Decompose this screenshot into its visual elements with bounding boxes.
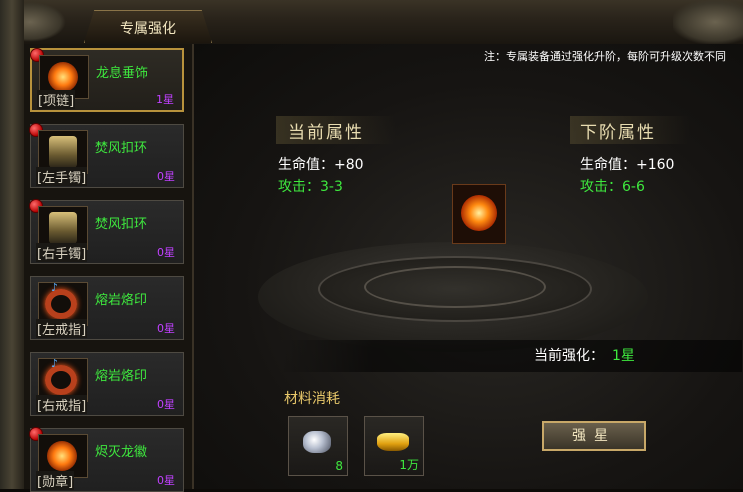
material-count: 8 xyxy=(335,459,343,473)
slot-label: [右戒指] xyxy=(36,395,88,414)
slot-label: [右手镯] xyxy=(36,243,88,262)
current-enhance: 当前强化： 1星 xyxy=(534,345,635,365)
star-level: 0星 xyxy=(157,246,175,259)
enhance-star-button[interactable]: 强星 xyxy=(542,421,646,451)
window-title: 专属强化 xyxy=(120,21,176,37)
item-name: 熔岩烙印 xyxy=(95,293,148,308)
gold-ingot-icon xyxy=(377,433,409,451)
star-level: 0星 xyxy=(157,474,175,487)
material-count: 1万 xyxy=(399,458,419,472)
material-slot-gold[interactable]: 1万 xyxy=(364,416,424,476)
item-name: 焚风扣环 xyxy=(95,141,148,156)
gem-icon xyxy=(303,431,331,453)
equipment-list: 龙息垂饰 [项链] 1星 焚风扣环 [左手镯] 0星 焚风扣环 [右手镯] 0星… xyxy=(24,44,194,492)
selected-item-icon[interactable] xyxy=(452,184,506,244)
slot-right-ring[interactable]: ♪ 熔岩烙印 [右戒指] 0星 xyxy=(30,352,184,416)
material-slot-gem[interactable]: 8 xyxy=(288,416,348,476)
slot-label: [勋章] xyxy=(36,471,75,490)
slot-right-bracelet[interactable]: 焚风扣环 [右手镯] 0星 xyxy=(29,199,184,264)
main-panel: 注：专属装备通过强化升阶，每阶可升级次数不同 当前属性 生命值：+80 攻击：3… xyxy=(194,44,743,489)
slot-label: [项链] xyxy=(37,90,76,109)
current-enhance-label: 当前强化： xyxy=(534,348,604,364)
star-level: 0星 xyxy=(157,170,175,183)
notice-text: 注：专属装备通过强化升阶，每阶可升级次数不同 xyxy=(484,50,726,63)
star-level: 1星 xyxy=(156,93,174,106)
slot-label: [左手镯] xyxy=(36,167,88,186)
item-name: 烬灭龙徽 xyxy=(95,445,148,460)
next-atk: 攻击：6-6 xyxy=(580,179,645,195)
tab-exclusive-enhance[interactable]: 专属强化 xyxy=(84,10,212,43)
next-attr-title: 下阶属性 xyxy=(580,123,656,143)
top-frame: 专属强化 xyxy=(0,0,743,46)
item-name: 焚风扣环 xyxy=(95,217,148,232)
materials-title: 材料消耗 xyxy=(284,391,340,407)
slot-left-ring[interactable]: ♪ 熔岩烙印 [左戒指] 0星 xyxy=(30,276,184,340)
next-hp: 生命值：+160 xyxy=(580,157,675,173)
current-atk: 攻击：3-3 xyxy=(278,179,343,195)
star-level: 0星 xyxy=(157,322,175,335)
slot-necklace[interactable]: 龙息垂饰 [项链] 1星 xyxy=(30,48,184,112)
enhance-bar xyxy=(280,340,742,372)
slot-medal[interactable]: 烬灭龙徽 [勋章] 0星 xyxy=(29,427,184,492)
altar-inner-ring xyxy=(364,266,546,308)
item-name: 熔岩烙印 xyxy=(95,369,148,384)
slot-label: [左戒指] xyxy=(36,319,88,338)
star-level: 0星 xyxy=(157,398,175,411)
left-frame xyxy=(0,0,24,489)
slot-left-bracelet[interactable]: 焚风扣环 [左手镯] 0星 xyxy=(29,123,184,188)
current-enhance-value: 1星 xyxy=(612,348,635,364)
current-hp: 生命值：+80 xyxy=(278,157,364,173)
current-attr-title: 当前属性 xyxy=(288,123,364,143)
item-name: 龙息垂饰 xyxy=(96,66,149,81)
dragon-ornament-icon xyxy=(673,0,743,44)
